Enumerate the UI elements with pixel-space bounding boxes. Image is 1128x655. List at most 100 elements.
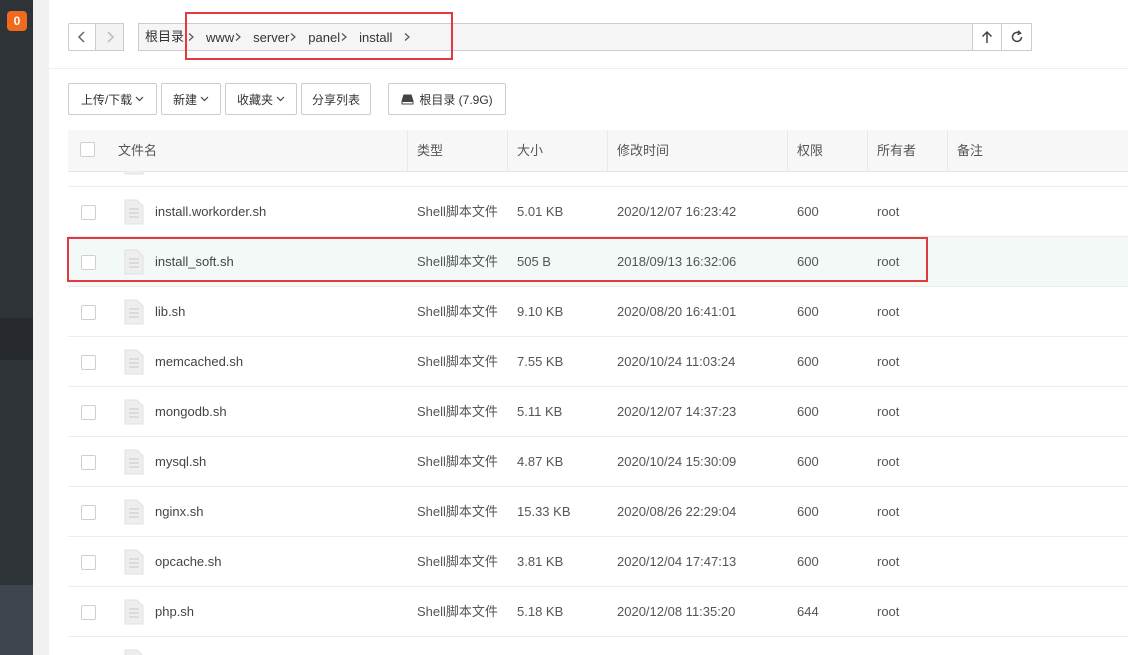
file-size: 5.01 KB [517, 204, 564, 219]
table-row[interactable]: nginx.sh Shell脚本文件 15.33 KB 2020/08/26 2… [68, 487, 1128, 537]
sidebar-active-item[interactable] [0, 318, 33, 360]
table-row[interactable] [68, 171, 1128, 187]
row-checkbox[interactable] [81, 305, 96, 320]
column-header-note[interactable]: 备注 [957, 130, 983, 171]
file-name[interactable]: install.workorder.sh [155, 187, 266, 236]
file-icon [124, 649, 143, 655]
file-owner[interactable]: root [877, 337, 899, 386]
file-permission[interactable]: 600 [797, 537, 819, 586]
file-type: Shell脚本文件 [417, 254, 498, 269]
table-row[interactable]: install_soft.sh Shell脚本文件 505 B 2018/09/… [68, 237, 1128, 287]
table-row[interactable]: opcache.sh Shell脚本文件 3.81 KB 2020/12/04 … [68, 537, 1128, 587]
row-checkbox[interactable] [81, 255, 96, 270]
favorites-button[interactable]: 收藏夹 [225, 83, 297, 115]
file-size: 505 B [517, 254, 551, 269]
file-permission[interactable]: 600 [797, 187, 819, 236]
column-header-type[interactable]: 类型 [417, 130, 443, 171]
column-header-permission[interactable]: 权限 [797, 130, 823, 171]
file-list: install.workorder.sh Shell脚本文件 5.01 KB 2… [68, 171, 1128, 655]
file-owner[interactable]: root [877, 437, 899, 486]
table-row[interactable]: mysql.sh Shell脚本文件 4.87 KB 2020/10/24 15… [68, 437, 1128, 487]
notification-badge[interactable]: 0 [7, 11, 27, 31]
file-name[interactable]: nginx.sh [155, 487, 203, 536]
file-permission[interactable]: 644 [797, 587, 819, 636]
file-icon [124, 399, 144, 425]
file-permission[interactable]: 600 [797, 387, 819, 436]
select-all-checkbox[interactable] [80, 142, 95, 157]
breadcrumb-item[interactable]: server [234, 30, 289, 45]
file-modified: 2020/12/07 16:23:42 [617, 204, 737, 219]
path-input[interactable]: 根目录 www server panel install [138, 23, 1032, 51]
file-size: 4.87 KB [517, 454, 564, 469]
disk-button[interactable]: 根目录 (7.9G) [388, 83, 506, 115]
file-name[interactable]: php.sh [155, 587, 194, 636]
chevron-right-icon [341, 33, 348, 41]
table-row[interactable]: lib.sh Shell脚本文件 9.10 KB 2020/08/20 16:4… [68, 287, 1128, 337]
table-row[interactable] [68, 637, 1128, 655]
file-type: Shell脚本文件 [417, 454, 498, 469]
table-row[interactable]: mongodb.sh Shell脚本文件 5.11 KB 2020/12/07 … [68, 387, 1128, 437]
table-row[interactable]: install.workorder.sh Shell脚本文件 5.01 KB 2… [68, 187, 1128, 237]
parent-directory-button[interactable] [972, 23, 1002, 51]
row-checkbox[interactable] [81, 405, 96, 420]
column-divider [787, 130, 788, 171]
table-row[interactable]: php.sh Shell脚本文件 5.18 KB 2020/12/08 11:3… [68, 587, 1128, 637]
row-checkbox[interactable] [81, 555, 96, 570]
file-modified: 2020/10/24 15:30:09 [617, 454, 737, 469]
column-divider [947, 130, 948, 171]
path-navigation-bar: 根目录 www server panel install [49, 8, 1128, 69]
breadcrumb-item[interactable]: panel [289, 30, 340, 45]
refresh-button[interactable] [1002, 23, 1032, 51]
row-checkbox[interactable] [81, 605, 96, 620]
file-owner[interactable]: root [877, 287, 899, 336]
file-type: Shell脚本文件 [417, 504, 498, 519]
hard-drive-icon [401, 94, 414, 104]
breadcrumb-item[interactable]: install [340, 30, 422, 45]
file-name[interactable]: lib.sh [155, 287, 185, 336]
column-header-modified[interactable]: 修改时间 [617, 130, 669, 171]
row-checkbox[interactable] [81, 455, 96, 470]
file-owner[interactable]: root [877, 487, 899, 536]
arrow-up-icon [981, 30, 993, 43]
file-permission[interactable]: 600 [797, 437, 819, 486]
file-permission[interactable]: 600 [797, 337, 819, 386]
breadcrumb-root[interactable]: 根目录 [145, 24, 184, 50]
file-name[interactable]: mongodb.sh [155, 387, 227, 436]
row-checkbox[interactable] [81, 505, 96, 520]
column-header-owner[interactable]: 所有者 [877, 130, 916, 171]
sidebar-bottom-item[interactable] [0, 585, 33, 655]
column-divider [867, 130, 868, 171]
file-icon [124, 199, 144, 225]
file-name[interactable]: install_soft.sh [155, 237, 234, 286]
table-row[interactable]: memcached.sh Shell脚本文件 7.55 KB 2020/10/2… [68, 337, 1128, 387]
row-checkbox[interactable] [81, 205, 96, 220]
new-button[interactable]: 新建 [161, 83, 221, 115]
file-modified: 2020/12/08 11:35:20 [617, 604, 736, 619]
file-name[interactable]: memcached.sh [155, 337, 243, 386]
file-owner[interactable]: root [877, 387, 899, 436]
file-permission[interactable]: 600 [797, 287, 819, 336]
file-owner[interactable]: root [877, 187, 899, 236]
table-header: 文件名 类型 大小 修改时间 权限 所有者 备注 [68, 130, 1128, 172]
file-name[interactable]: opcache.sh [155, 537, 222, 586]
chevron-down-icon [200, 96, 209, 102]
back-button[interactable] [68, 23, 96, 51]
breadcrumb-item[interactable]: www [187, 30, 234, 45]
file-name[interactable]: mysql.sh [155, 437, 206, 486]
file-permission[interactable]: 600 [797, 487, 819, 536]
row-checkbox[interactable] [81, 355, 96, 370]
column-header-size[interactable]: 大小 [517, 130, 543, 171]
chevron-right-icon [188, 33, 194, 41]
file-modified: 2020/12/07 14:37:23 [617, 404, 737, 419]
chevron-right-icon [290, 33, 297, 41]
file-owner[interactable]: root [877, 587, 899, 636]
file-size: 5.11 KB [517, 404, 563, 419]
column-divider [507, 130, 508, 171]
column-header-name[interactable]: 文件名 [118, 130, 157, 171]
upload-download-button[interactable]: 上传/下载 [68, 83, 157, 115]
file-owner[interactable]: root [877, 537, 899, 586]
file-permission[interactable]: 600 [797, 237, 819, 286]
forward-button[interactable] [96, 23, 124, 51]
file-owner[interactable]: root [877, 237, 899, 286]
share-list-button[interactable]: 分享列表 [301, 83, 371, 115]
